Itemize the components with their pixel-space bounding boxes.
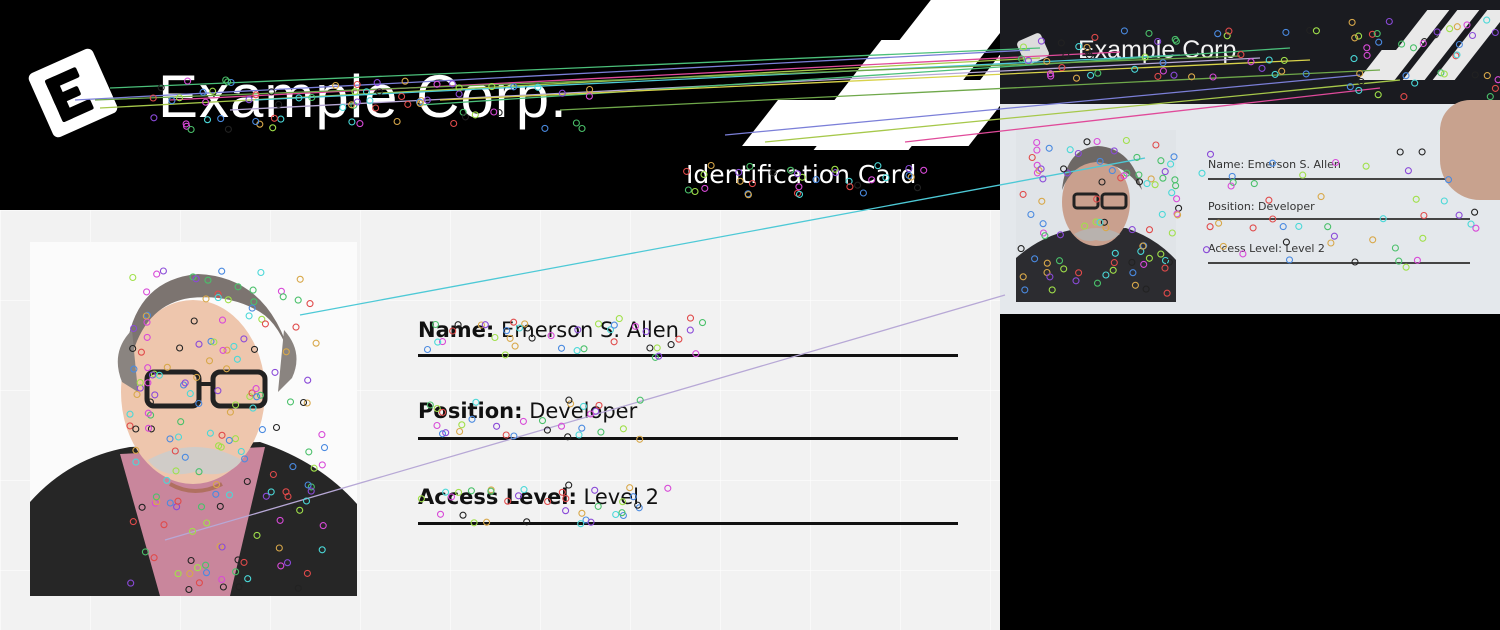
captured-position-field: Position: Developer (1208, 200, 1315, 213)
name-label: Name: (418, 318, 495, 342)
captured-access-level-field: Access Level: Level 2 (1208, 242, 1325, 255)
name-underline (418, 354, 958, 357)
card-header: Example Corp. Identification Card (0, 0, 1000, 210)
access-level-value: Level 2 (583, 485, 660, 509)
captured-name-underline (1208, 178, 1448, 180)
access-level-label: Access Level: (418, 485, 577, 509)
position-value: Developer (529, 399, 638, 423)
access-level-underline (418, 522, 958, 525)
position-field: Position: Developer (418, 399, 637, 423)
reference-id-card: Example Corp. Identification Card Name: … (0, 0, 1000, 630)
camera-capture: Example Corp Name: Emerson S. Allen Posi… (1000, 0, 1500, 630)
company-logo-icon (26, 46, 120, 140)
name-field: Name: Emerson S. Allen (418, 318, 679, 342)
portrait-photo (30, 242, 357, 596)
name-value: Emerson S. Allen (500, 318, 679, 342)
position-underline (418, 437, 958, 440)
position-label: Position: (418, 399, 523, 423)
holding-finger (1440, 100, 1500, 200)
card-type-label: Identification Card (686, 160, 917, 189)
feature-match-visualization: Example Corp. Identification Card Name: … (0, 0, 1500, 630)
captured-card: Example Corp Name: Emerson S. Allen Posi… (1000, 0, 1500, 314)
captured-name-field: Name: Emerson S. Allen (1208, 158, 1341, 171)
company-name: Example Corp. (158, 63, 568, 130)
captured-portrait (1016, 130, 1176, 302)
captured-company-name: Example Corp (1078, 36, 1237, 64)
captured-position-underline (1208, 218, 1470, 220)
captured-access-level-underline (1208, 262, 1470, 264)
access-level-field: Access Level: Level 2 (418, 485, 659, 509)
